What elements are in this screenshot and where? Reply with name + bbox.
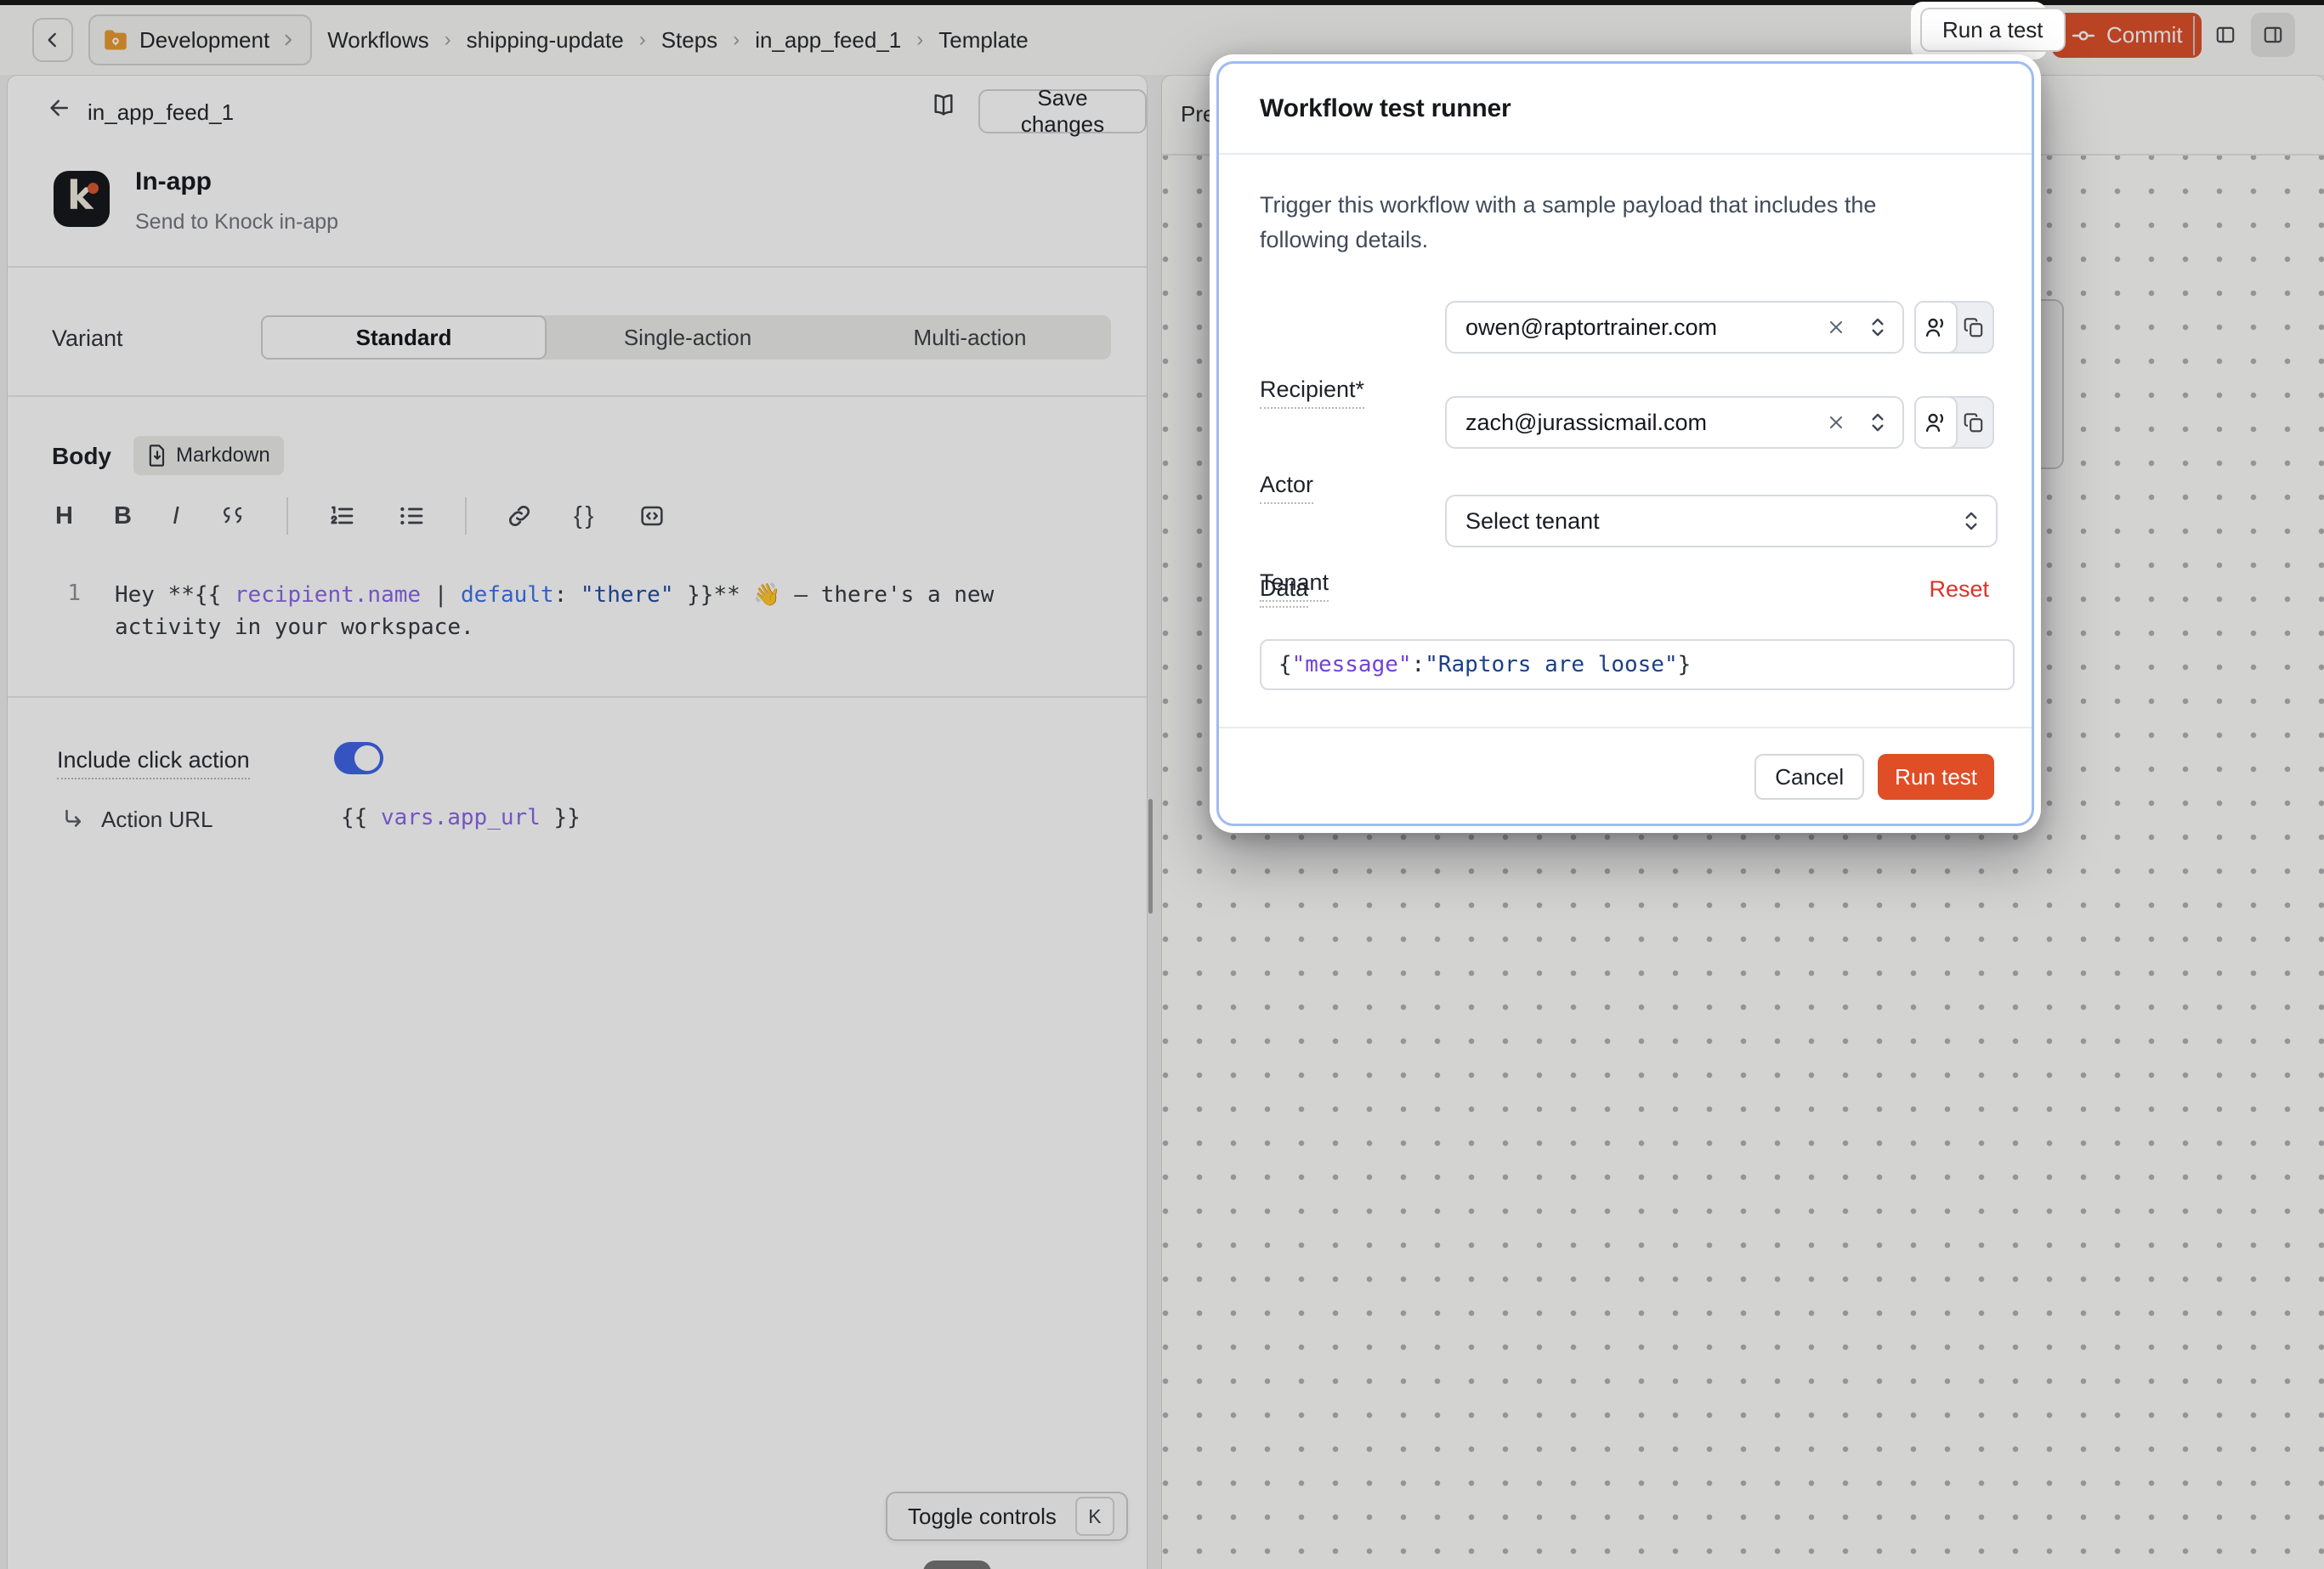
- user-select-icon: [1924, 315, 1947, 339]
- recipient-clear-button[interactable]: [1821, 316, 1851, 338]
- app-window: Development Workflows›shipping-update›St…: [0, 0, 2324, 1569]
- clear-x-icon: [1826, 317, 1846, 337]
- actor-actions-group: [1914, 396, 1994, 449]
- actor-clear-button[interactable]: [1821, 411, 1851, 433]
- user-select-icon: [1924, 411, 1947, 434]
- modal-title: Workflow test runner: [1260, 94, 1511, 123]
- modal-focus-ring: Workflow test runner Trigger this workfl…: [1216, 61, 2034, 826]
- actor-label: Actor: [1260, 472, 1313, 504]
- clear-x-icon: [1826, 412, 1846, 433]
- updown-chevron-icon: [1960, 508, 1982, 534]
- tenant-select[interactable]: Select tenant: [1445, 495, 1998, 547]
- cancel-button[interactable]: Cancel: [1754, 754, 1864, 800]
- copy-icon: [1963, 411, 1985, 433]
- actor-combobox[interactable]: zach@jurassicmail.com: [1445, 396, 1904, 449]
- copy-icon: [1963, 316, 1985, 338]
- recipient-value: owen@raptortrainer.com: [1447, 314, 1821, 341]
- recipient-label: Recipient*: [1260, 377, 1364, 409]
- workflow-test-runner-modal: Workflow test runner Trigger this workfl…: [1210, 54, 2041, 833]
- recipient-user-select-button[interactable]: [1914, 301, 1958, 354]
- modal-header-divider: [1219, 153, 2032, 155]
- updown-chevron-icon: [1867, 314, 1889, 340]
- run-a-test-button[interactable]: Run a test: [1920, 8, 2066, 52]
- reset-button[interactable]: Reset: [1924, 575, 1994, 603]
- recipient-actions-group: [1914, 301, 1994, 354]
- tenant-placeholder: Select tenant: [1447, 508, 1960, 535]
- modal-footer: Cancel Run test: [1754, 754, 1994, 800]
- data-json-input[interactable]: {"message": "Raptors are loose"}: [1260, 639, 2015, 690]
- recipient-combobox[interactable]: owen@raptortrainer.com: [1445, 301, 1904, 354]
- modal-description: Trigger this workflow with a sample payl…: [1260, 188, 1948, 258]
- recipient-copy-button[interactable]: [1956, 303, 1992, 352]
- modal-footer-divider: [1219, 727, 2032, 728]
- actor-value: zach@jurassicmail.com: [1447, 410, 1821, 436]
- updown-chevron-icon: [1867, 410, 1889, 435]
- actor-user-select-button[interactable]: [1914, 396, 1958, 449]
- data-label: Data: [1260, 575, 1308, 608]
- run-a-test-label: Run a test: [1942, 17, 2043, 43]
- run-test-button[interactable]: Run test: [1878, 754, 1994, 800]
- actor-copy-button[interactable]: [1956, 398, 1992, 447]
